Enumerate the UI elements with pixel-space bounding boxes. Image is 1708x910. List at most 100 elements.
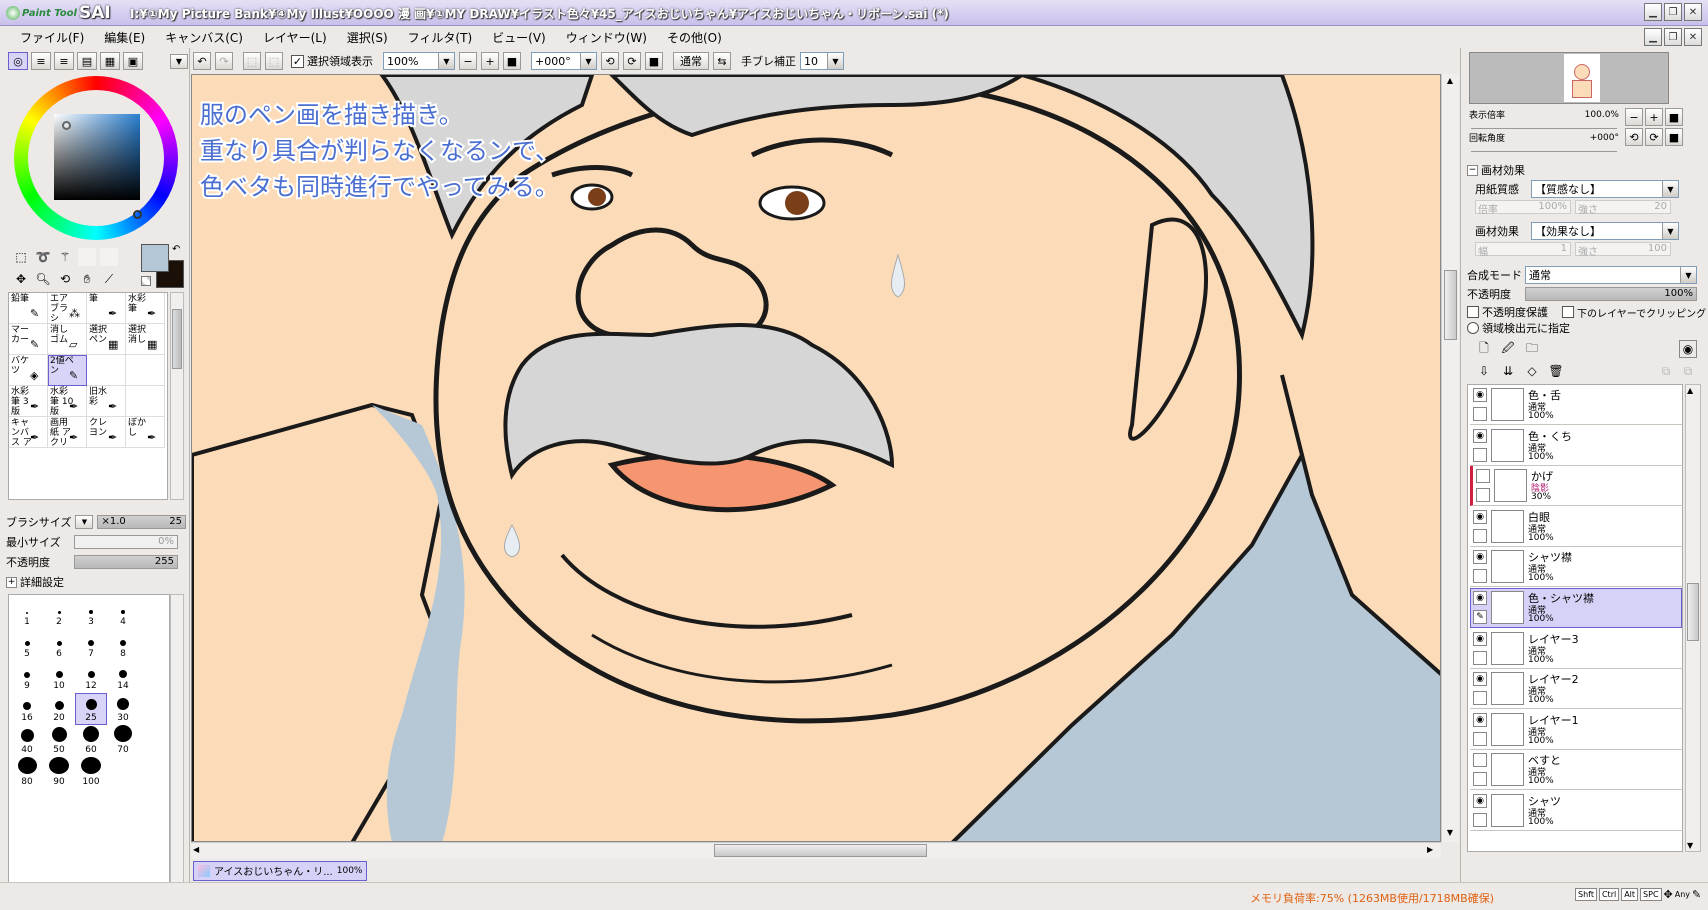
brush-size-slider[interactable]: ×1.0 25 xyxy=(97,515,186,529)
clipping-checkbox[interactable]: 下のレイヤーでクリッピング xyxy=(1562,305,1706,320)
close-button[interactable]: ✕ xyxy=(1684,3,1702,21)
rotate-icon[interactable]: ⟲ xyxy=(56,270,74,288)
layer-link-icon[interactable] xyxy=(1473,447,1487,462)
new-layer-icon[interactable]: 🗋︎ xyxy=(1475,340,1493,358)
zoom-icon[interactable]: 🔍︎ xyxy=(34,270,52,288)
document-tab[interactable]: アイスおじいちゃん・リ... 100% xyxy=(193,860,368,881)
color-wheel-tab-icon[interactable]: ◎ xyxy=(8,52,28,70)
layer-link-icon[interactable] xyxy=(1473,407,1487,421)
brush-size-preset[interactable]: 2 xyxy=(43,597,75,629)
panel-menu-chevron-icon[interactable]: ▼ xyxy=(170,54,188,69)
layer-mask-icon[interactable]: ⧉ xyxy=(1657,362,1675,380)
delete-layer-icon[interactable]: 🗑︎ xyxy=(1547,362,1565,380)
nav-rotate-reset-icon[interactable]: ■ xyxy=(1665,128,1683,146)
eye-hidden-icon[interactable] xyxy=(1473,753,1487,768)
lasso-icon[interactable]: ➰ xyxy=(34,248,52,266)
preserve-opacity-checkbox[interactable]: 不透明度保護 xyxy=(1467,304,1548,320)
zoom-out-icon[interactable]: − xyxy=(459,52,477,70)
menu-filter[interactable]: フィルタ(T) xyxy=(398,29,482,46)
hsv-slider-tab-icon[interactable]: ≡ xyxy=(54,52,74,70)
brush-size-preset[interactable]: 14 xyxy=(107,661,139,693)
menu-canvas[interactable]: キャンバス(C) xyxy=(155,29,253,46)
move-icon[interactable]: ✥ xyxy=(12,270,30,288)
layer-link-icon[interactable] xyxy=(1473,813,1487,827)
drawing-canvas[interactable]: 服のペン画を描き描き。 重なり具合が判らなくなるンで、 色ベタも同時進行でやって… xyxy=(191,74,1441,842)
nav-angle-slider[interactable] xyxy=(1471,144,1617,152)
tool-brush[interactable]: 筆 ✒ xyxy=(87,293,126,324)
undo-icon[interactable]: ↶ xyxy=(193,52,211,70)
paper-scale-slider[interactable]: 倍率 100% xyxy=(1475,200,1571,216)
zoom-select[interactable]: 100% ▼ xyxy=(383,52,455,70)
min-size-slider[interactable]: 0% xyxy=(74,535,178,549)
nav-zoom-slider[interactable] xyxy=(1471,121,1617,129)
density-slider[interactable]: 255 xyxy=(74,555,178,569)
invert-selection-icon[interactable]: ⬚ xyxy=(265,52,283,70)
brush-size-preset[interactable]: 50 xyxy=(43,725,75,757)
layer-row[interactable]: ◉ シャツ 通常 100% xyxy=(1470,791,1682,831)
effect-width-slider[interactable]: 幅1 xyxy=(1475,242,1571,258)
paper-texture-select[interactable]: 【質感なし】 ▼ xyxy=(1531,180,1679,198)
brush-size-preset[interactable]: 4 xyxy=(107,597,139,629)
menu-edit[interactable]: 編集(E) xyxy=(94,29,155,46)
tool-grid-scrollbar[interactable] xyxy=(170,292,184,500)
tool-eraser[interactable]: 消しゴム ▱ xyxy=(48,324,87,355)
scroll-right-icon[interactable]: ▶ xyxy=(1427,845,1439,857)
brush-size-preset[interactable]: 3 xyxy=(75,597,107,629)
brush-grid-scrollbar[interactable] xyxy=(170,594,184,884)
layer-row[interactable]: ◉ 色・くち 通常 100% xyxy=(1470,425,1682,466)
eye-icon[interactable]: ◉ xyxy=(1473,631,1487,646)
nav-zoom-in-icon[interactable]: + xyxy=(1645,108,1663,126)
nav-zoom-reset-icon[interactable]: ■ xyxy=(1665,108,1683,126)
effect-select[interactable]: 【効果なし】 ▼ xyxy=(1531,222,1679,240)
redo-icon[interactable]: ↷ xyxy=(215,52,233,70)
swatch-tab-icon[interactable]: ▦ xyxy=(100,52,120,70)
brush-size-preset[interactable]: 16 xyxy=(11,693,43,725)
new-folder-icon[interactable]: 🗀︎ xyxy=(1523,340,1541,358)
eye-icon[interactable]: ◉ xyxy=(1473,509,1487,524)
rotation-select[interactable]: +000° ▼ xyxy=(531,52,597,70)
tool-blur[interactable]: ぼかし ✒ xyxy=(126,417,165,448)
transparent-color-icon[interactable] xyxy=(141,276,151,286)
nav-rotate-right-icon[interactable]: ⟳ xyxy=(1645,128,1663,146)
eye-icon[interactable]: ◉ xyxy=(1473,712,1487,727)
clear-layer-icon[interactable]: ◇ xyxy=(1523,362,1541,380)
tool-watercolor10[interactable]: 水彩筆 10版 ✒ xyxy=(48,386,87,417)
eye-icon[interactable]: ◉ xyxy=(1473,591,1487,605)
zoom-reset-icon[interactable]: ■ xyxy=(503,52,521,70)
merge-down-icon[interactable]: ⇊ xyxy=(1499,362,1517,380)
mixer-tab-icon[interactable]: ▤ xyxy=(77,52,97,70)
brush-size-preset[interactable]: 6 xyxy=(43,629,75,661)
rotate-left-icon[interactable]: ⟲ xyxy=(601,52,619,70)
layer-opacity-slider[interactable]: 100% xyxy=(1525,287,1697,301)
menu-window[interactable]: ウィンドウ(W) xyxy=(556,29,657,46)
tool-crayon[interactable]: クレヨン ✒ xyxy=(87,417,126,448)
tool-canvas-acrylic[interactable]: キャンバス アクリル✒ xyxy=(9,417,48,448)
rgb-slider-tab-icon[interactable]: ≡ xyxy=(31,52,51,70)
canvas-horizontal-scrollbar[interactable]: ◀ ▶ xyxy=(191,842,1441,859)
nav-zoom-out-icon[interactable]: − xyxy=(1625,108,1643,126)
primary-color-swatch[interactable] xyxy=(141,244,169,272)
deselect-icon[interactable]: ⬚ xyxy=(243,52,261,70)
layer-row[interactable]: ベすと 通常 100% xyxy=(1470,750,1682,791)
brush-size-preset[interactable]: 10 xyxy=(43,661,75,693)
effect-strength-slider[interactable]: 強さ 100 xyxy=(1575,242,1671,258)
tool-watercolor[interactable]: 水彩筆 ✒ xyxy=(126,293,165,324)
layer-link-icon[interactable] xyxy=(1473,650,1487,665)
brush-size-preset[interactable]: 90 xyxy=(43,757,75,789)
brush-size-preset[interactable]: 8 xyxy=(107,629,139,661)
canvas-vertical-scrollbar[interactable]: ▲ ▼ xyxy=(1441,74,1459,842)
layer-link-icon[interactable] xyxy=(1473,569,1487,584)
brush-size-preset[interactable]: 9 xyxy=(11,661,43,693)
layer-row[interactable]: ◉ レイヤー3 通常 100% xyxy=(1470,628,1682,669)
scroll-up-icon[interactable]: ▲ xyxy=(1444,76,1456,88)
brush-size-mult-chevron-icon[interactable]: ▼ xyxy=(75,515,94,529)
brush-size-preset[interactable]: 40 xyxy=(11,725,43,757)
navigator-preview[interactable] xyxy=(1469,52,1669,104)
layer-link-icon[interactable] xyxy=(1473,528,1487,543)
layer-panel-menu-icon[interactable]: ◉ xyxy=(1679,340,1697,358)
layer-row[interactable]: ◉ 白眼 通常 100% xyxy=(1470,506,1682,547)
swap-colors-icon[interactable]: ↶ xyxy=(172,244,180,255)
advanced-settings-toggle[interactable]: + 詳細設定 xyxy=(6,574,64,590)
blend-normal-button[interactable]: 通常 xyxy=(673,52,709,70)
brush-size-preset[interactable]: 100 xyxy=(75,757,107,789)
